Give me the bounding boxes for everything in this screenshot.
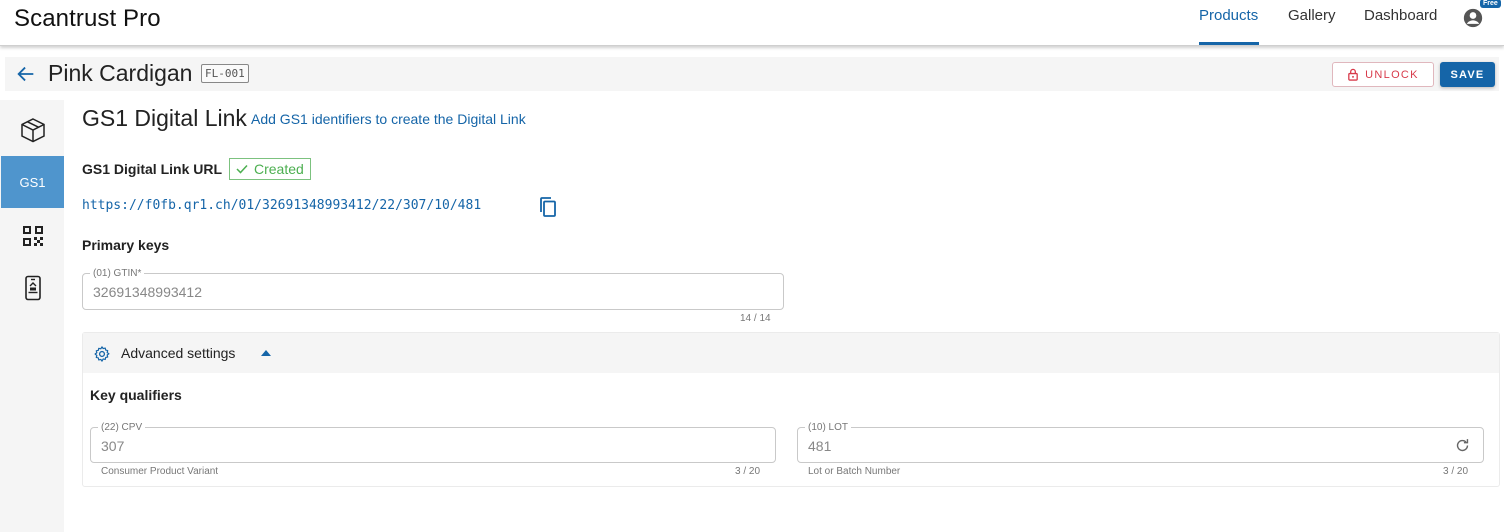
gtin-field[interactable]: (01) GTIN* 32691348993412: [82, 268, 784, 310]
phone-scan-icon: [24, 275, 41, 301]
status-badge-label: Created: [254, 161, 304, 177]
lock-icon: [1348, 68, 1359, 81]
gear-icon: [94, 346, 110, 362]
section-sidebar: GS1: [0, 100, 64, 532]
unlock-button[interactable]: UNLOCK: [1332, 62, 1434, 87]
lot-field-value: 481: [808, 438, 832, 454]
gtin-field-label: (01) GTIN*: [90, 268, 145, 279]
app-brand: Scantrust Pro: [14, 5, 161, 32]
digital-link-url[interactable]: https://f0fb.qr1.ch/01/32691348993412/22…: [82, 198, 481, 213]
account-icon[interactable]: [1463, 8, 1483, 28]
main-content: GS1 Digital Link Add GS1 identifiers to …: [64, 100, 1504, 532]
nav-dashboard[interactable]: Dashboard: [1364, 7, 1437, 24]
section-title: GS1 Digital Link: [82, 105, 247, 131]
lot-field-label: (10) LOT: [805, 422, 852, 433]
sidebar-item-qr[interactable]: [1, 210, 64, 262]
box-icon: [20, 118, 45, 143]
nav-gallery[interactable]: Gallery: [1288, 7, 1336, 24]
nav-active-indicator: [1199, 42, 1259, 45]
back-arrow-icon[interactable]: [15, 63, 37, 85]
key-qualifiers-heading: Key qualifiers: [90, 387, 182, 403]
lot-field[interactable]: (10) LOT 481: [797, 422, 1484, 463]
save-button[interactable]: SAVE: [1440, 62, 1495, 87]
cpv-field-label: (22) CPV: [98, 422, 146, 433]
sidebar-item-label: GS1: [19, 174, 46, 190]
cpv-helper-text: Consumer Product Variant: [101, 466, 219, 477]
advanced-settings-toggle[interactable]: Advanced settings: [83, 333, 1499, 373]
qr-code-icon: [22, 226, 43, 246]
lot-helper-text: Lot or Batch Number: [808, 466, 901, 477]
primary-keys-heading: Primary keys: [82, 237, 170, 253]
plan-badge: Free: [1480, 0, 1501, 8]
unlock-label: UNLOCK: [1365, 68, 1419, 81]
caret-up-icon: [261, 350, 271, 356]
status-badge: Created: [229, 158, 311, 180]
sku-chip: FL-001: [201, 64, 249, 83]
cpv-field[interactable]: (22) CPV 307: [90, 422, 776, 463]
refresh-icon[interactable]: [1454, 437, 1471, 454]
advanced-settings-panel: Advanced settings Key qualifiers (22) CP…: [82, 332, 1500, 487]
sidebar-item-scan[interactable]: [1, 262, 64, 314]
nav-products[interactable]: Products: [1199, 7, 1258, 24]
product-name: Pink Cardigan: [48, 60, 193, 86]
copy-icon[interactable]: [538, 196, 558, 218]
sidebar-item-gs1[interactable]: GS1: [1, 156, 64, 208]
add-identifiers-link[interactable]: Add GS1 identifiers to create the Digita…: [251, 111, 526, 127]
advanced-settings-label: Advanced settings: [121, 345, 236, 361]
digital-link-url-label: GS1 Digital Link URL: [82, 161, 223, 177]
lot-counter: 3 / 20: [1443, 466, 1469, 477]
cpv-field-value: 307: [101, 438, 125, 454]
sidebar-item-product[interactable]: [1, 104, 64, 156]
gtin-counter: 14 / 14: [740, 313, 771, 324]
gtin-field-value: 32691348993412: [93, 284, 203, 300]
cpv-counter: 3 / 20: [735, 466, 761, 477]
top-app-bar: Scantrust Pro Products Gallery Dashboard…: [0, 0, 1504, 46]
check-icon: [236, 164, 248, 174]
product-title-bar: Pink Cardigan FL-001 UNLOCK SAVE: [5, 57, 1499, 91]
